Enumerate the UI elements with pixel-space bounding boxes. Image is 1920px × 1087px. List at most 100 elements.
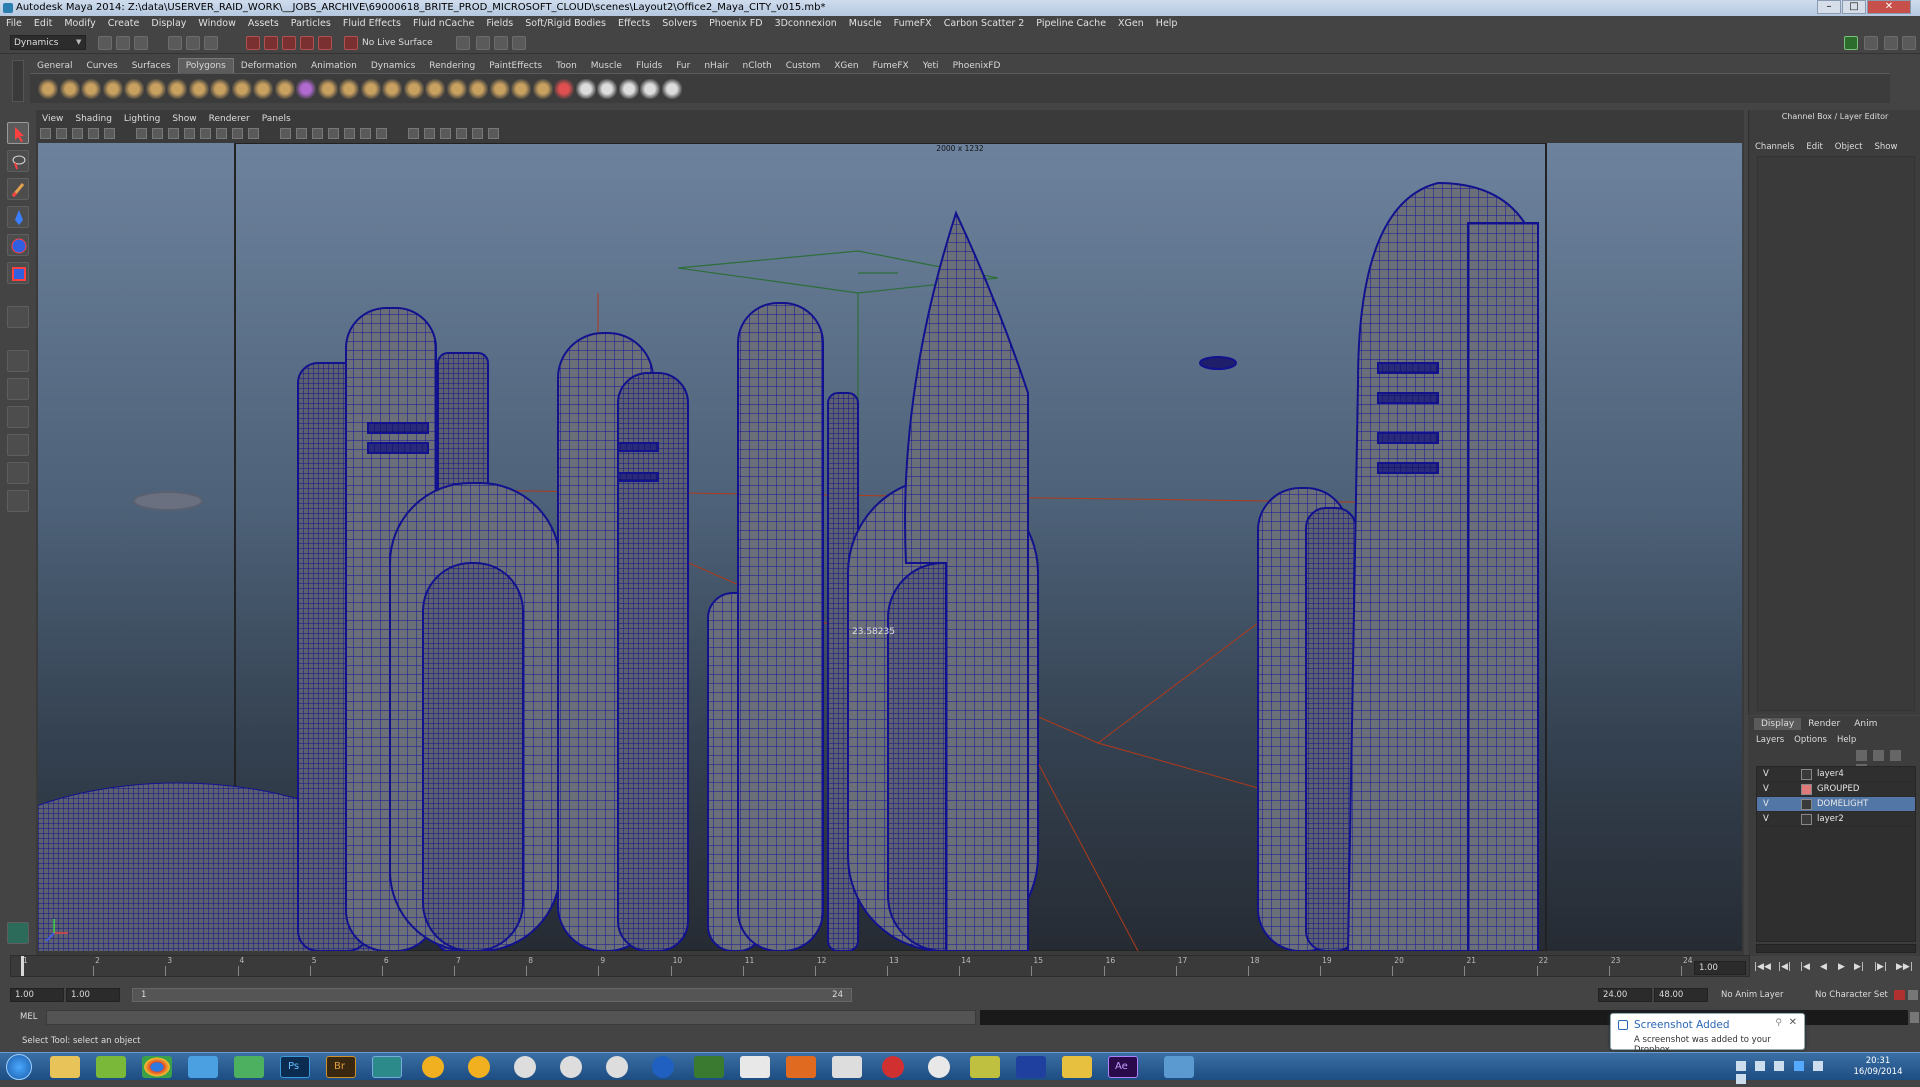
- mirror-icon[interactable]: [403, 79, 424, 99]
- gate-mask-icon[interactable]: [200, 128, 211, 139]
- menu-effects[interactable]: Effects: [612, 16, 656, 32]
- depth-of-field-icon[interactable]: [440, 128, 451, 139]
- menu-set-dropdown[interactable]: Dynamics: [10, 35, 86, 50]
- menu-particles[interactable]: Particles: [285, 16, 337, 32]
- cinema4d-taskbar-icon[interactable]: [652, 1056, 674, 1078]
- home-scene-icon[interactable]: [7, 922, 29, 944]
- panel-menu-panels[interactable]: Panels: [256, 112, 297, 126]
- select-tool-icon[interactable]: [7, 122, 29, 144]
- menu-assets[interactable]: Assets: [242, 16, 285, 32]
- menu-help[interactable]: Help: [1150, 16, 1184, 32]
- new-layer-icon[interactable]: [1856, 750, 1867, 761]
- ipr-render-icon[interactable]: [494, 36, 508, 50]
- fill-hole-icon[interactable]: [489, 79, 510, 99]
- play-backwards-icon[interactable]: ◀: [1820, 962, 1827, 972]
- layer-menu-help[interactable]: Help: [1837, 735, 1856, 745]
- shelf-tab-dynamics[interactable]: Dynamics: [364, 59, 422, 73]
- layer-color-swatch[interactable]: [1801, 814, 1812, 825]
- go-to-end-icon[interactable]: ▶▶|: [1896, 962, 1913, 972]
- perspective-viewport[interactable]: 23.58235: [38, 143, 1742, 951]
- bridge-taskbar-icon[interactable]: Br: [326, 1056, 356, 1078]
- motion-blur-icon[interactable]: [408, 128, 419, 139]
- character-set-dropdown[interactable]: No Character Set: [1810, 988, 1902, 1002]
- uv-editor-icon[interactable]: [661, 79, 682, 99]
- layer-row[interactable]: Vlayer2: [1757, 812, 1915, 827]
- menu-solvers[interactable]: Solvers: [656, 16, 703, 32]
- command-language-label[interactable]: MEL: [20, 1012, 37, 1022]
- channel-menu-edit[interactable]: Edit: [1806, 142, 1822, 152]
- dropbox-notification[interactable]: Screenshot Added A screenshot was added …: [1610, 1013, 1805, 1055]
- close-button[interactable]: ✕: [1867, 0, 1911, 14]
- isolate-select-icon[interactable]: [456, 128, 467, 139]
- resolution-gate-icon[interactable]: [184, 128, 195, 139]
- cylindrical-mapping-icon[interactable]: [597, 79, 617, 99]
- bookmarks-icon[interactable]: [72, 128, 83, 139]
- range-slider[interactable]: 1 24: [132, 988, 852, 1002]
- shelf-tab-rendering[interactable]: Rendering: [422, 59, 482, 73]
- menu-xgen[interactable]: XGen: [1112, 16, 1150, 32]
- planar-mapping-icon[interactable]: [575, 79, 596, 99]
- world-machine-taskbar-icon[interactable]: [970, 1056, 1000, 1078]
- menu-fluid-effects[interactable]: Fluid Effects: [337, 16, 407, 32]
- layer-row[interactable]: Vlayer4: [1757, 767, 1915, 782]
- menu-modify[interactable]: Modify: [58, 16, 101, 32]
- network-icon[interactable]: [1774, 1061, 1785, 1071]
- nuke-studio-taskbar-icon[interactable]: [514, 1056, 536, 1078]
- shelf-tab-muscle[interactable]: Muscle: [584, 59, 629, 73]
- minimize-button[interactable]: –: [1817, 0, 1841, 14]
- poly-plane-icon[interactable]: [124, 79, 144, 99]
- render-current-icon[interactable]: [476, 36, 490, 50]
- explorer-taskbar-icon[interactable]: [50, 1056, 80, 1078]
- scale-tool-icon[interactable]: [7, 262, 29, 284]
- xray-joints-icon[interactable]: [488, 128, 499, 139]
- single-perspective-layout-icon[interactable]: [7, 350, 29, 372]
- automatic-mapping-icon[interactable]: [640, 79, 660, 99]
- poly-soccer-ball-icon[interactable]: [253, 79, 273, 99]
- poly-pyramid-icon[interactable]: [188, 79, 209, 99]
- last-tool-icon[interactable]: [7, 306, 29, 328]
- panel-menu-renderer[interactable]: Renderer: [203, 112, 256, 126]
- menu-edit[interactable]: Edit: [28, 16, 58, 32]
- shelf-tab-fumefx[interactable]: FumeFX: [866, 59, 916, 73]
- xray-icon[interactable]: [472, 128, 483, 139]
- merge-icon[interactable]: [532, 79, 553, 99]
- layer-visibility-toggle[interactable]: V: [1763, 767, 1769, 782]
- step-back-frame-icon[interactable]: |◀: [1800, 962, 1810, 972]
- poly-torus-icon[interactable]: [145, 79, 166, 99]
- shelf-tab-deformation[interactable]: Deformation: [234, 59, 304, 73]
- maya-taskbar-icon[interactable]: [372, 1056, 402, 1078]
- move-layer-up-icon[interactable]: [1890, 750, 1902, 761]
- menu-soft-rigid-bodies[interactable]: Soft/Rigid Bodies: [519, 16, 612, 32]
- display-icon[interactable]: [1812, 1061, 1823, 1071]
- start-button[interactable]: [6, 1054, 32, 1080]
- select-component-icon[interactable]: [204, 36, 218, 50]
- select-object-icon[interactable]: [186, 36, 200, 50]
- layer-menu-layers[interactable]: Layers: [1756, 735, 1784, 745]
- step-back-key-icon[interactable]: |◀|: [1778, 962, 1791, 972]
- evernote-taskbar-icon[interactable]: [234, 1056, 264, 1078]
- textured-icon[interactable]: [328, 128, 339, 139]
- photoshop-taskbar-icon[interactable]: Ps: [280, 1056, 310, 1078]
- layer-color-swatch[interactable]: [1801, 784, 1812, 795]
- 2d-pan-zoom-icon[interactable]: [104, 128, 115, 139]
- shelf-tab-phoenixfd[interactable]: PhoenixFD: [946, 59, 1008, 73]
- playback-end-field[interactable]: 24.00: [1598, 988, 1652, 1002]
- bevel-icon[interactable]: [554, 79, 574, 99]
- menu-create[interactable]: Create: [102, 16, 146, 32]
- save-scene-icon[interactable]: [134, 36, 148, 50]
- hiero-taskbar-icon[interactable]: [560, 1056, 582, 1078]
- new-scene-icon[interactable]: [98, 36, 112, 50]
- after-effects-taskbar-icon[interactable]: Ae: [1108, 1056, 1138, 1078]
- command-input[interactable]: [46, 1010, 976, 1025]
- poly-prism-icon[interactable]: [167, 79, 187, 99]
- zbrush-taskbar-icon[interactable]: [832, 1056, 862, 1078]
- layer-menu-options[interactable]: Options: [1794, 735, 1827, 745]
- nuke-x-taskbar-icon[interactable]: [468, 1056, 490, 1078]
- mari-taskbar-icon[interactable]: [606, 1056, 628, 1078]
- shelf-tab-general[interactable]: General: [30, 59, 79, 73]
- menu-fields[interactable]: Fields: [480, 16, 519, 32]
- smooth-shade-icon[interactable]: [296, 128, 307, 139]
- channel-menu-channels[interactable]: Channels: [1755, 142, 1794, 152]
- layer-visibility-toggle[interactable]: V: [1763, 797, 1769, 812]
- snap-view-icon[interactable]: [300, 36, 314, 50]
